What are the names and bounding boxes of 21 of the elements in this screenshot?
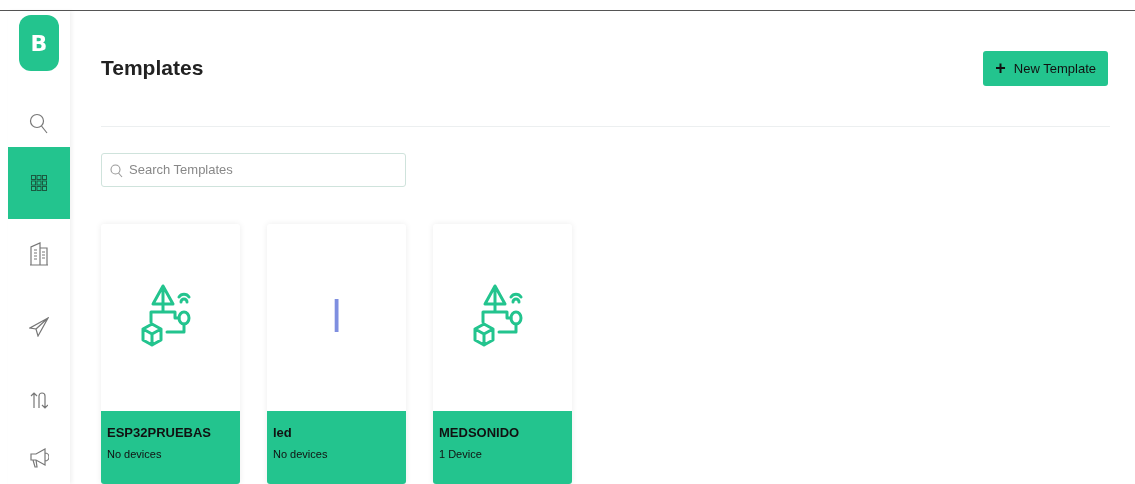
template-name: led [273,425,293,440]
template-letter: l [330,293,343,342]
device-count: No devices [107,448,163,460]
device-count: No devices [273,448,329,460]
page-title: Templates [101,56,204,81]
megaphone-icon [29,448,49,468]
template-name: MEDSONIDO [439,425,521,440]
template-card[interactable]: ESP32PRUEBAS No devices [101,224,240,484]
arrows-icon [30,391,48,409]
template-card[interactable]: l led No devices [267,224,406,484]
device-count: 1 Device [439,448,483,460]
template-name: ESP32PRUEBAS [107,425,213,440]
template-card[interactable]: MEDSONIDO 1 Device [433,224,572,484]
search-icon [29,113,49,135]
search-field[interactable]: Search Templates [101,152,406,187]
sidebar-item[interactable] [8,147,70,219]
paper-plane-icon [29,317,49,337]
grid-icon [31,175,47,191]
building-icon [30,242,48,266]
new-template-button[interactable]: + New Template [983,50,1108,86]
search-icon [110,163,123,178]
